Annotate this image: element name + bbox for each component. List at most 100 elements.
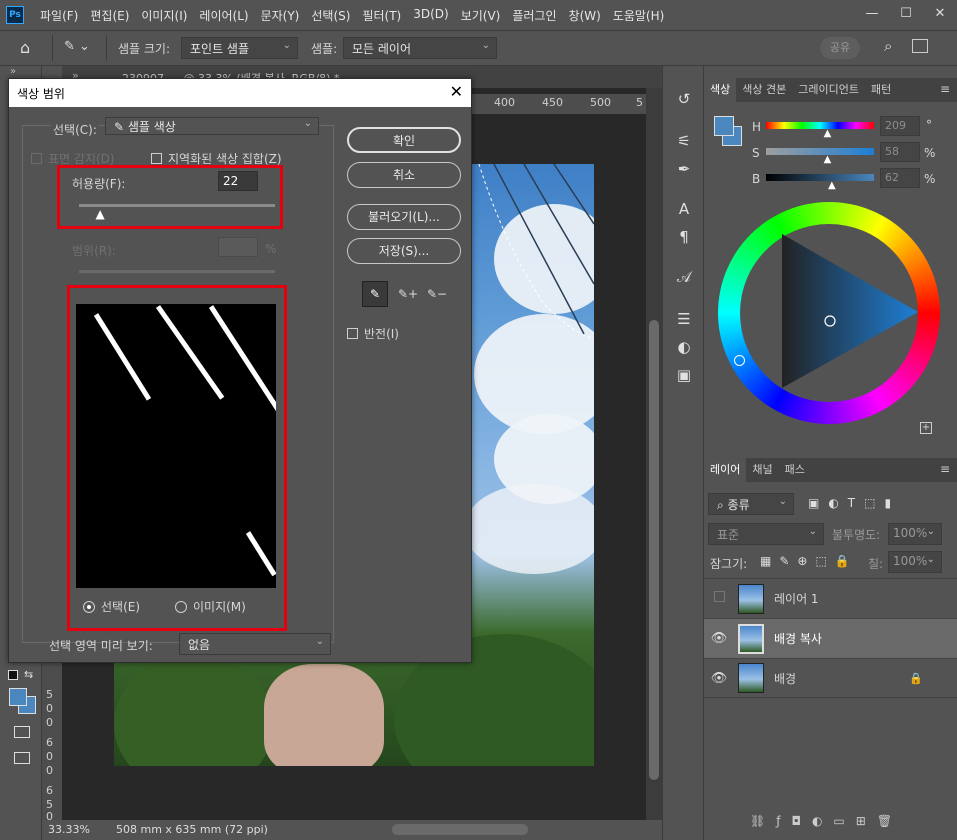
opacity-input[interactable]: 100% ⌄ <box>888 523 942 545</box>
eyedropper-icon[interactable]: ✎ <box>362 281 388 307</box>
hue-value[interactable]: 209 <box>880 116 920 136</box>
invert-checkbox[interactable]: 반전(I) <box>347 325 399 342</box>
tab-channels[interactable]: 채널 <box>746 458 778 482</box>
menu-window[interactable]: 창(W) <box>563 7 607 24</box>
layer-name[interactable]: 레이어 1 <box>774 590 819 607</box>
quick-mask-icon[interactable] <box>14 726 30 738</box>
eyedropper-add-icon[interactable]: ✎+ <box>396 283 420 305</box>
visibility-toggle[interactable] <box>704 591 734 606</box>
hue-ring-marker[interactable] <box>734 355 745 366</box>
menu-plugins[interactable]: 플러그인 <box>506 7 562 24</box>
workspace-icon[interactable] <box>912 39 928 53</box>
foreground-color-chip[interactable] <box>714 116 734 136</box>
sample-select[interactable]: 모든 레이어 ⌄ <box>343 37 497 59</box>
layer-actions-icons[interactable]: ⛓ƒ◘◐▭⊞🗑 <box>750 814 903 828</box>
horizontal-scrollbar-thumb[interactable] <box>392 824 528 835</box>
character-icon[interactable]: A <box>673 198 695 220</box>
share-button[interactable]: 공유 <box>820 37 860 59</box>
layer-row[interactable]: 👁 배경 🔒 <box>704 658 957 698</box>
cancel-button[interactable]: 취소 <box>347 162 461 188</box>
layer-name[interactable]: 배경 <box>774 670 796 687</box>
home-icon[interactable]: ⌂ <box>20 38 30 57</box>
menu-edit[interactable]: 편집(E) <box>84 7 135 24</box>
history-icon[interactable]: ↺ <box>673 88 695 110</box>
zoom-level[interactable]: 33.33% <box>48 823 90 836</box>
foreground-color-swatch[interactable] <box>9 688 27 706</box>
radio-image[interactable]: 이미지(M) <box>175 598 246 615</box>
menu-file[interactable]: 파일(F) <box>34 7 84 24</box>
tab-patterns[interactable]: 패턴 <box>865 78 897 102</box>
saturation-value[interactable]: 58 <box>880 142 920 162</box>
fuzziness-slider-knob[interactable]: ▲ <box>96 207 105 221</box>
preview-mode-select[interactable]: 없음 ⌄ <box>179 633 331 655</box>
restore-button[interactable]: ☐ <box>889 0 923 26</box>
tab-color[interactable]: 색상 <box>704 78 737 102</box>
tab-swatches[interactable]: 색상 견본 <box>736 78 792 102</box>
radio[interactable] <box>83 601 95 613</box>
menu-type[interactable]: 문자(Y) <box>255 7 306 24</box>
tab-paths[interactable]: 패스 <box>779 458 811 482</box>
vertical-scrollbar[interactable] <box>646 88 662 820</box>
libraries-icon[interactable]: ▣ <box>673 364 695 386</box>
radio-selection[interactable]: 선택(E) <box>83 598 140 615</box>
swap-colors-icon[interactable]: ⇆ <box>24 668 33 681</box>
eye-icon[interactable]: 👁 <box>704 671 734 686</box>
menu-help[interactable]: 도움말(H) <box>607 7 671 24</box>
default-colors-icon[interactable] <box>8 670 18 680</box>
brush-settings-icon[interactable]: ⚟ <box>673 130 695 152</box>
color-triangle[interactable] <box>780 232 920 392</box>
layer-filter-icons[interactable]: ▣◐T⬚▮ <box>808 496 900 510</box>
radio[interactable] <box>175 601 187 613</box>
checkbox[interactable] <box>347 328 358 339</box>
brushes-icon[interactable]: ✒ <box>673 158 695 180</box>
panel-menu-icon[interactable]: ≡ <box>940 462 950 476</box>
layer-row[interactable]: 레이어 1 <box>704 578 957 618</box>
load-button[interactable]: 불러오기(L)... <box>347 204 461 230</box>
checkbox[interactable] <box>151 153 162 164</box>
brightness-slider-knob[interactable]: ▲ <box>828 180 836 191</box>
saturation-slider[interactable] <box>766 148 874 155</box>
save-button[interactable]: 저장(S)... <box>347 238 461 264</box>
search-icon[interactable]: ⌕ <box>884 37 892 55</box>
eyedropper-subtract-icon[interactable]: ✎− <box>425 283 449 305</box>
screen-mode-icon[interactable] <box>14 752 30 764</box>
layer-row[interactable]: 👁 배경 복사 <box>704 618 957 658</box>
eyedropper-tool-preset-icon[interactable]: ✎ ⌄ <box>64 39 100 59</box>
close-icon[interactable]: ✕ <box>450 82 463 101</box>
minimize-button[interactable]: — <box>855 0 889 26</box>
scrollbar-thumb[interactable] <box>649 320 659 780</box>
tab-layers[interactable]: 레이어 <box>704 458 747 482</box>
brightness-value[interactable]: 62 <box>880 168 920 188</box>
menu-3d[interactable]: 3D(D) <box>407 7 454 24</box>
sample-size-select[interactable]: 포인트 샘플 ⌄ <box>181 37 298 59</box>
fuzziness-slider[interactable] <box>79 204 275 207</box>
checkbox[interactable] <box>31 153 42 164</box>
close-window-button[interactable]: ✕ <box>923 0 957 26</box>
color-adjust-icon[interactable]: ◐ <box>673 336 695 358</box>
adjustments-icon[interactable]: ☰ <box>673 308 695 330</box>
saturation-slider-knob[interactable]: ▲ <box>824 154 832 165</box>
layer-name[interactable]: 배경 복사 <box>774 630 822 647</box>
glyphs-icon[interactable]: 𝒜 <box>673 266 695 288</box>
hue-slider-knob[interactable]: ▲ <box>824 128 832 139</box>
layer-filter-select[interactable]: ⌕ 종류 ⌄ <box>708 493 794 515</box>
blend-mode-select[interactable]: 표준 ⌄ <box>708 523 824 545</box>
eye-icon[interactable]: 👁 <box>704 631 734 646</box>
ok-button[interactable]: 확인 <box>347 127 461 153</box>
menu-layer[interactable]: 레이어(L) <box>193 7 254 24</box>
lock-icons[interactable]: ▦✎⊕⬚🔒 <box>760 554 858 568</box>
menu-select[interactable]: 선택(S) <box>305 7 356 24</box>
fill-input[interactable]: 100% ⌄ <box>888 551 942 573</box>
tab-gradients[interactable]: 그레이디언트 <box>792 78 865 102</box>
fuzziness-input[interactable]: 22 <box>218 171 258 191</box>
menu-view[interactable]: 보기(V) <box>455 7 507 24</box>
hue-slider[interactable] <box>766 122 874 129</box>
menu-filter[interactable]: 필터(T) <box>356 7 407 24</box>
brightness-slider[interactable] <box>766 174 874 181</box>
collapse-icon[interactable]: » <box>10 66 16 77</box>
panel-menu-icon[interactable]: ≡ <box>940 82 950 96</box>
paragraph-icon[interactable]: ¶ <box>673 226 695 248</box>
add-icon[interactable]: + <box>920 422 932 434</box>
menu-image[interactable]: 이미지(I) <box>135 7 193 24</box>
select-dropdown[interactable]: ✎ 샘플 색상 ⌄ <box>105 117 319 135</box>
